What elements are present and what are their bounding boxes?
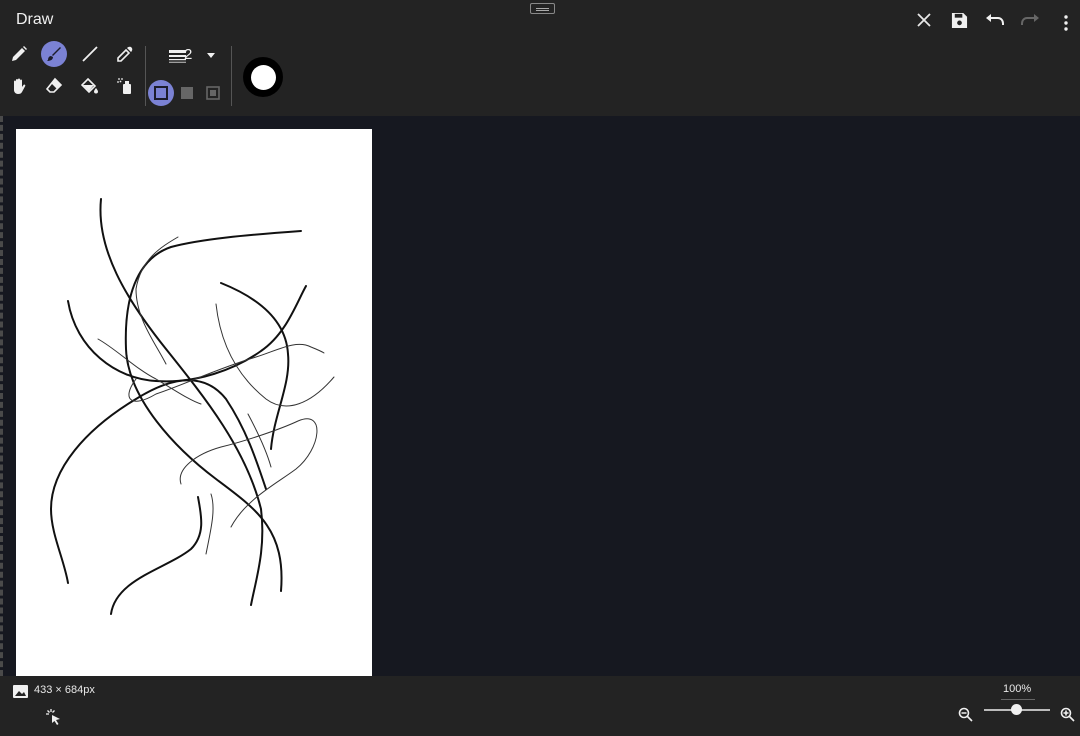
pencil-tool-button[interactable] bbox=[8, 43, 30, 65]
zoom-level-underline bbox=[1001, 699, 1035, 700]
eyedropper-tool-button[interactable] bbox=[114, 43, 136, 65]
square-filled-icon bbox=[181, 87, 193, 99]
undo-icon bbox=[986, 14, 1004, 25]
shape-fill-button[interactable] bbox=[179, 85, 195, 101]
image-icon bbox=[12, 684, 28, 698]
zoom-in-icon bbox=[1060, 707, 1075, 722]
drawing-canvas[interactable] bbox=[16, 129, 372, 676]
eraser-icon bbox=[45, 77, 63, 93]
redo-button[interactable] bbox=[1019, 10, 1041, 30]
brush-tool-button[interactable] bbox=[41, 41, 67, 67]
canvas-strokes bbox=[49, 198, 335, 615]
more-vertical-icon bbox=[1064, 15, 1068, 31]
color-swatch-fill bbox=[250, 64, 276, 90]
toolbar-divider bbox=[145, 46, 146, 106]
shape-outline-fill-button[interactable] bbox=[205, 85, 221, 101]
close-icon bbox=[917, 13, 931, 27]
square-outline-icon bbox=[154, 86, 168, 100]
toolbar-divider bbox=[231, 46, 232, 106]
stroke-width-dropdown[interactable] bbox=[205, 50, 217, 60]
zoom-out-button[interactable] bbox=[956, 705, 974, 723]
drag-handle[interactable] bbox=[530, 3, 555, 14]
pan-tool-button[interactable] bbox=[8, 75, 30, 97]
save-icon bbox=[951, 12, 967, 28]
app-title: Draw bbox=[16, 11, 54, 28]
line-icon bbox=[82, 46, 98, 62]
fill-tool-button[interactable] bbox=[79, 75, 101, 97]
paint-bucket-icon bbox=[81, 77, 98, 94]
square-outline-fill-icon bbox=[206, 86, 220, 100]
eraser-tool-button[interactable] bbox=[43, 75, 65, 97]
status-bar bbox=[0, 676, 1080, 736]
zoom-level: 100% bbox=[1003, 683, 1032, 695]
caret-down-icon bbox=[207, 52, 215, 58]
color-picker-button[interactable] bbox=[243, 57, 283, 97]
more-menu-button[interactable] bbox=[1058, 12, 1074, 34]
save-button[interactable] bbox=[949, 10, 969, 30]
cursor-select-icon bbox=[46, 709, 60, 725]
eyedropper-icon bbox=[117, 46, 133, 62]
shape-outline-button[interactable] bbox=[148, 80, 174, 106]
hand-icon bbox=[14, 78, 26, 94]
zoom-out-icon bbox=[958, 707, 973, 722]
zoom-slider-thumb[interactable] bbox=[1011, 704, 1022, 715]
stroke-width-value: 2 bbox=[184, 46, 193, 63]
image-dimensions: 433 × 684px bbox=[34, 684, 95, 696]
selection-tool-button[interactable] bbox=[44, 708, 62, 726]
image-size-icon-wrap bbox=[12, 684, 28, 698]
pencil-icon bbox=[12, 46, 27, 61]
spray-can-icon bbox=[117, 78, 131, 94]
spray-tool-button[interactable] bbox=[114, 75, 136, 97]
redo-icon bbox=[1021, 14, 1039, 25]
line-weight-icon bbox=[168, 50, 186, 63]
undo-button[interactable] bbox=[984, 10, 1006, 30]
line-tool-button[interactable] bbox=[79, 43, 101, 65]
close-button[interactable] bbox=[914, 10, 934, 30]
brush-icon bbox=[47, 47, 61, 61]
zoom-in-button[interactable] bbox=[1058, 705, 1076, 723]
